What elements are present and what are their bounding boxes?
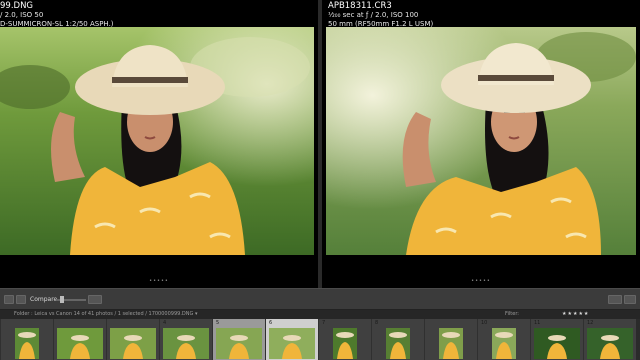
loupe-view-button[interactable] xyxy=(16,295,26,304)
thumbnail xyxy=(333,328,357,359)
filmstrip-header: Folder : Leica vs Canon 14 of 41 photos … xyxy=(0,310,640,319)
filmstrip-cell[interactable]: 5 xyxy=(212,319,265,360)
exposure-info: / 2.0, ISO 50 xyxy=(0,11,44,19)
filmstrip-cell[interactable]: 6 xyxy=(265,319,318,360)
photo-preview[interactable] xyxy=(0,27,314,255)
cell-number: 10 xyxy=(481,320,488,326)
thumbnail xyxy=(587,328,633,359)
filmstrip-cell[interactable]: 4 xyxy=(159,319,212,360)
thumbnail xyxy=(163,328,209,359)
stars-indicator: ••••• xyxy=(149,278,169,284)
thumbnail xyxy=(216,328,262,359)
thumbnail xyxy=(15,328,39,359)
photo-info-overlay: 99.DNG / 2.0, ISO 50 D-SUMMICRON-SL 1:2/… xyxy=(0,1,114,28)
filmstrip-breadcrumb[interactable]: Folder : Leica vs Canon 14 of 41 photos … xyxy=(14,310,197,319)
zoom-slider-thumb[interactable] xyxy=(60,296,64,303)
portrait-photo-left xyxy=(0,27,314,255)
swap-button[interactable] xyxy=(608,295,622,304)
file-name: APB18311.CR3 xyxy=(328,1,392,11)
cell-number: 12 xyxy=(587,320,594,326)
stars-indicator: ••••• xyxy=(471,278,491,284)
cell-number: 7 xyxy=(322,320,326,326)
compare-pane-candidate[interactable]: APB18311.CR3 ¹⁄₂₀₀ sec at ƒ / 2.0, ISO 1… xyxy=(322,0,640,288)
thumbnail xyxy=(439,328,463,359)
cell-number: 8 xyxy=(375,320,379,326)
compare-pane-select[interactable]: 99.DNG / 2.0, ISO 50 D-SUMMICRON-SL 1:2/… xyxy=(0,0,318,288)
thumbnail xyxy=(534,328,580,359)
photo-info-overlay: APB18311.CR3 ¹⁄₂₀₀ sec at ƒ / 2.0, ISO 1… xyxy=(328,1,433,28)
filmstrip-cell[interactable]: 12 xyxy=(583,319,636,360)
filmstrip[interactable]: 4 5 6 7 8 10 11 12 xyxy=(0,319,640,360)
filmstrip-cell[interactable]: 7 xyxy=(318,319,371,360)
file-name: 99.DNG xyxy=(0,1,34,11)
done-button[interactable] xyxy=(624,295,636,304)
filmstrip-cell[interactable]: 8 xyxy=(371,319,424,360)
filmstrip-cell[interactable] xyxy=(424,319,477,360)
compare-toolbar: Compare • xyxy=(0,288,640,310)
cell-number: 5 xyxy=(216,320,220,326)
thumbnail xyxy=(57,328,103,359)
thumbnail xyxy=(110,328,156,359)
filmstrip-cell[interactable]: 10 xyxy=(477,319,530,360)
link-focus-button[interactable] xyxy=(88,295,102,304)
filmstrip-cell[interactable] xyxy=(106,319,159,360)
filmstrip-cell[interactable] xyxy=(0,319,53,360)
portrait-photo-right xyxy=(326,27,636,255)
rating-filter[interactable]: ★★★★★ xyxy=(562,310,589,319)
exposure-info: ¹⁄₂₀₀ sec at ƒ / 2.0, ISO 100 xyxy=(328,11,419,19)
cell-number: 4 xyxy=(163,320,167,326)
thumbnail xyxy=(269,328,315,359)
photo-preview[interactable] xyxy=(326,27,636,255)
cell-number: 11 xyxy=(534,320,541,326)
thumbnail xyxy=(386,328,410,359)
grid-view-button[interactable] xyxy=(4,295,14,304)
cell-number: 6 xyxy=(269,320,273,326)
filmstrip-cell[interactable]: 11 xyxy=(530,319,583,360)
filter-label: Filter: xyxy=(505,311,519,317)
filmstrip-cell[interactable] xyxy=(53,319,106,360)
thumbnail xyxy=(492,328,516,359)
